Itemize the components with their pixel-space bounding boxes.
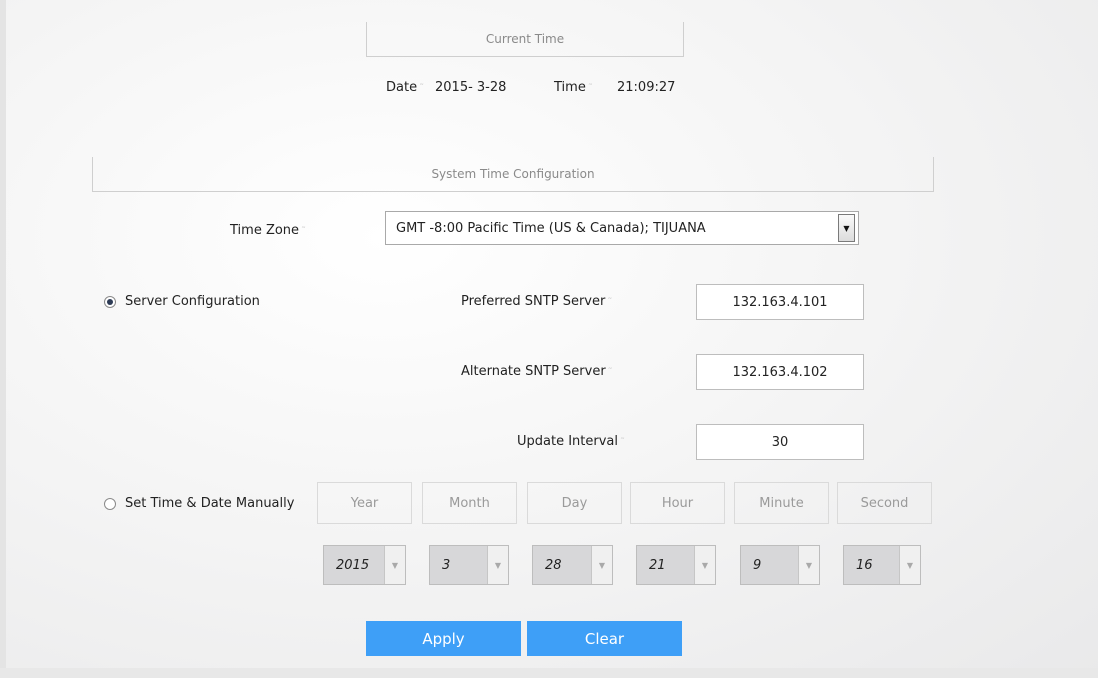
second-select[interactable]: 16 ▼	[843, 545, 921, 585]
day-select[interactable]: 28 ▼	[532, 545, 613, 585]
preferred-sntp-input[interactable]: 132.163.4.101	[696, 284, 864, 320]
column-header-text: Day	[561, 495, 588, 511]
hour-value: 21	[649, 557, 666, 573]
time-zone-label-wrap: Time Zone ˜	[230, 223, 306, 238]
alternate-sntp-value: 132.163.4.102	[732, 364, 828, 380]
left-frame	[0, 0, 6, 678]
manual-config-radio[interactable]	[104, 498, 116, 510]
colon-icon: ˜	[587, 83, 593, 94]
time-value: 21:09:27	[617, 80, 676, 95]
current-time-header-text: Current Time	[485, 32, 565, 46]
colon-icon: ˜	[607, 297, 613, 308]
column-header-year: Year	[317, 482, 412, 524]
clear-button[interactable]: Clear	[527, 621, 682, 656]
column-header-hour: Hour	[630, 482, 725, 524]
column-header-text: Second	[860, 495, 909, 511]
time-label-wrap: Time ˜	[554, 80, 593, 95]
year-value: 2015	[336, 557, 370, 573]
preferred-sntp-label: Preferred SNTP Server	[461, 294, 606, 309]
colon-icon: ˜	[419, 83, 425, 94]
preferred-sntp-value: 132.163.4.101	[732, 294, 828, 310]
server-config-radio[interactable]	[104, 296, 116, 308]
column-header-second: Second	[837, 482, 932, 524]
second-value: 16	[856, 557, 873, 573]
date-label-wrap: Date ˜	[386, 80, 424, 95]
column-header-month: Month	[422, 482, 517, 524]
dropdown-arrow-icon[interactable]: ▼	[798, 546, 819, 584]
interval-label-wrap: Update Interval ˜	[517, 434, 625, 449]
column-header-text: Hour	[661, 495, 694, 511]
column-header-day: Day	[527, 482, 622, 524]
dropdown-arrow-icon[interactable]: ▼	[694, 546, 715, 584]
column-header-minute: Minute	[734, 482, 829, 524]
preferred-label-wrap: Preferred SNTP Server ˜	[461, 294, 612, 309]
date-value: 2015- 3-28	[435, 80, 507, 95]
time-zone-label: Time Zone	[230, 223, 300, 238]
dropdown-arrow-icon[interactable]: ▼	[591, 546, 612, 584]
month-value: 3	[442, 557, 451, 573]
time-zone-select[interactable]: GMT -8:00 Pacific Time (US & Canada); TI…	[385, 211, 859, 245]
column-header-text: Month	[449, 495, 490, 511]
month-select[interactable]: 3 ▼	[429, 545, 509, 585]
colon-icon: ˜	[607, 367, 613, 378]
current-time-header: Current Time	[366, 22, 684, 57]
bottom-frame	[0, 668, 1098, 678]
column-header-text: Year	[350, 495, 379, 511]
alternate-label-wrap: Alternate SNTP Server ˜	[461, 364, 613, 379]
dropdown-arrow-icon[interactable]: ▼	[384, 546, 405, 584]
dropdown-arrow-icon[interactable]: ▼	[838, 214, 855, 242]
colon-icon: ˜	[301, 226, 307, 237]
system-config-header-text: System Time Configuration	[431, 167, 595, 181]
date-label: Date	[386, 80, 418, 95]
colon-icon: ˜	[620, 437, 625, 448]
column-header-text: Minute	[759, 495, 804, 511]
hour-select[interactable]: 21 ▼	[636, 545, 716, 585]
dropdown-arrow-icon[interactable]: ▼	[487, 546, 508, 584]
day-value: 28	[545, 557, 562, 573]
apply-button[interactable]: Apply	[366, 621, 521, 656]
update-interval-value: 30	[771, 434, 789, 450]
update-interval-input[interactable]: 30	[696, 424, 864, 460]
minute-select[interactable]: 9 ▼	[740, 545, 820, 585]
year-select[interactable]: 2015 ▼	[323, 545, 406, 585]
time-label: Time	[554, 80, 586, 95]
alternate-sntp-input[interactable]: 132.163.4.102	[696, 354, 864, 390]
alternate-sntp-label: Alternate SNTP Server	[461, 364, 606, 379]
manual-config-label: Set Time & Date Manually	[125, 496, 295, 511]
system-config-header: System Time Configuration	[92, 157, 934, 192]
minute-value: 9	[753, 557, 762, 573]
update-interval-label: Update Interval	[517, 434, 618, 449]
dropdown-arrow-icon[interactable]: ▼	[899, 546, 920, 584]
time-zone-value: GMT -8:00 Pacific Time (US & Canada); TI…	[396, 220, 706, 236]
server-config-label: Server Configuration	[125, 294, 260, 309]
